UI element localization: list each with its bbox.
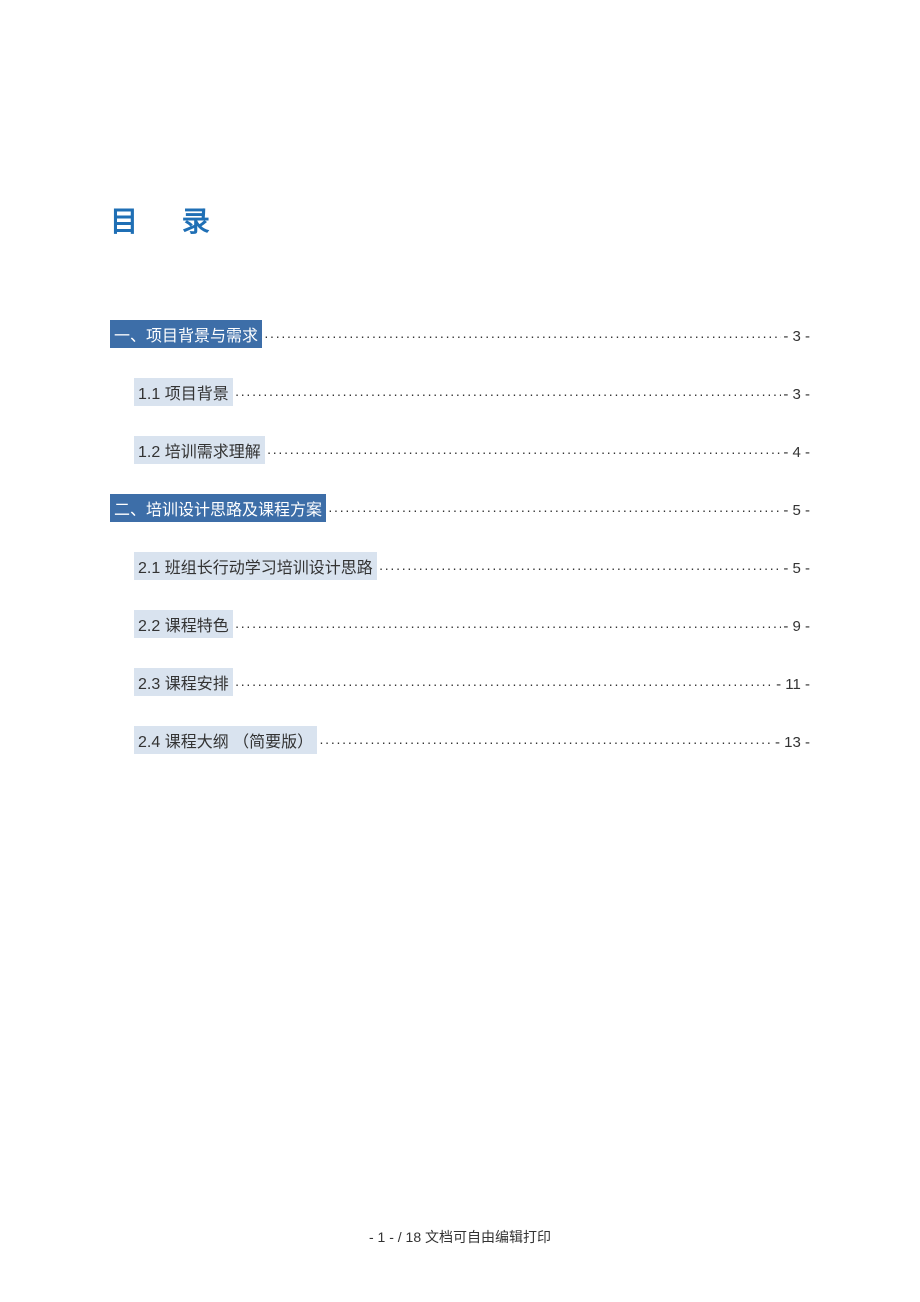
toc-entry-page: - 9 - bbox=[781, 618, 810, 635]
toc-entry: 2.1 班组长行动学习培训设计思路 - 5 - bbox=[110, 552, 810, 580]
toc-entry-page: - 4 - bbox=[781, 444, 810, 461]
toc-entry: 一、项目背景与需求 - 3 - bbox=[110, 320, 810, 348]
toc-entry-leader bbox=[265, 444, 782, 460]
toc-entry-page: - 3 - bbox=[781, 386, 810, 403]
footer-text: - 1 - / 18 文档可自由编辑打印 bbox=[369, 1229, 551, 1245]
toc-entry-leader bbox=[233, 676, 774, 692]
toc-entry-leader bbox=[233, 618, 782, 634]
toc-entry-label: 2.3 课程安排 bbox=[134, 668, 233, 696]
toc-title: 目 录 bbox=[110, 200, 810, 240]
toc-entry-page: - 3 - bbox=[781, 328, 810, 345]
toc-entry: 2.4 课程大纲 （简要版） - 13 - bbox=[110, 726, 810, 754]
toc-entry-leader bbox=[377, 560, 782, 576]
toc-entry-leader bbox=[326, 502, 781, 518]
toc-entry-label: 2.2 课程特色 bbox=[134, 610, 233, 638]
toc-entry-label: 2.1 班组长行动学习培训设计思路 bbox=[134, 552, 377, 580]
toc-entry-page: - 11 - bbox=[774, 676, 810, 693]
toc-entry-page: - 5 - bbox=[781, 502, 810, 519]
toc-entry: 2.2 课程特色 - 9 - bbox=[110, 610, 810, 638]
toc-entry: 1.1 项目背景 - 3 - bbox=[110, 378, 810, 406]
toc-entry: 2.3 课程安排 - 11 - bbox=[110, 668, 810, 696]
toc-entry: 二、培训设计思路及课程方案 - 5 - bbox=[110, 494, 810, 522]
page-footer: - 1 - / 18 文档可自由编辑打印 bbox=[0, 1227, 920, 1247]
toc-entry: 1.2 培训需求理解 - 4 - bbox=[110, 436, 810, 464]
toc-entry-label: 2.4 课程大纲 （简要版） bbox=[134, 726, 317, 754]
toc-entry-label: 二、培训设计思路及课程方案 bbox=[110, 494, 326, 522]
toc-entry-leader bbox=[233, 386, 782, 402]
toc-entry-label: 1.1 项目背景 bbox=[134, 378, 233, 406]
toc-entry-leader bbox=[262, 328, 781, 344]
toc-entry-page: - 5 - bbox=[781, 560, 810, 577]
toc-entry-leader bbox=[317, 734, 773, 750]
toc-entry-page: - 13 - bbox=[773, 734, 810, 751]
toc-entry-label: 1.2 培训需求理解 bbox=[134, 436, 265, 464]
page-content: 目 录 一、项目背景与需求 - 3 - 1.1 项目背景 - 3 - 1.2 培训需求理… bbox=[0, 0, 920, 754]
toc-entries: 一、项目背景与需求 - 3 - 1.1 项目背景 - 3 - 1.2 培训需求理解 - 4… bbox=[110, 320, 810, 754]
toc-entry-label: 一、项目背景与需求 bbox=[110, 320, 262, 348]
